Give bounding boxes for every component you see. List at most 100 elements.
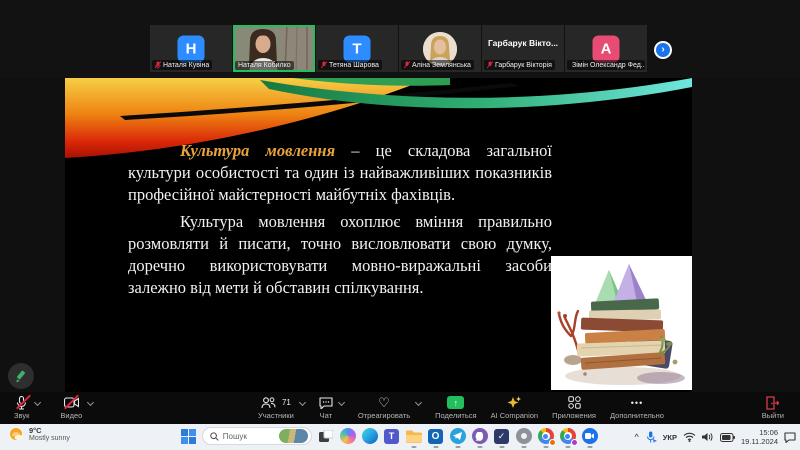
zoom-app-button[interactable]: [581, 428, 598, 448]
chrome-profile-badge: [548, 439, 556, 446]
annotate-button[interactable]: [8, 363, 34, 389]
weather-temperature: 9°C: [29, 426, 42, 435]
chrome-button-1[interactable]: [537, 428, 556, 448]
participant-tile[interactable]: Т Тетяна Шарова: [316, 25, 398, 72]
ai-companion-button[interactable]: AI Companion: [491, 395, 538, 420]
wifi-icon[interactable]: [683, 432, 696, 442]
audio-options-caret[interactable]: [34, 398, 42, 407]
ellipsis-icon: •••: [630, 397, 644, 408]
search-input[interactable]: [222, 431, 275, 441]
participant-name-label: Гарбарук Вікторія: [484, 60, 555, 70]
participant-name-label: Тетяна Шарова: [318, 60, 382, 70]
tray-time: 15:06: [759, 428, 778, 437]
video-off-icon: [63, 395, 79, 410]
participant-tile[interactable]: Аліна Землянська: [399, 25, 481, 72]
hidden-icons-caret[interactable]: ^: [635, 432, 639, 442]
presentation-slide: Культура мовлення – це складова загально…: [65, 78, 692, 392]
volume-icon[interactable]: [702, 432, 714, 442]
zoom-app-icon: [581, 428, 598, 444]
participant-name-label: Наталя Кобилко: [235, 61, 294, 70]
react-options-caret[interactable]: [415, 398, 423, 407]
taskbar-search[interactable]: [202, 427, 312, 445]
viber-button[interactable]: [471, 428, 488, 448]
windows-taskbar: 9°C Mostly sunny Пошук T O ✓ ^ УКР 15:06…: [0, 424, 800, 450]
teams-button[interactable]: T: [383, 428, 400, 445]
participants-options-caret[interactable]: [298, 398, 306, 407]
mic-in-use-icon[interactable]: [645, 431, 657, 443]
more-button[interactable]: ••• Дополнительно: [610, 395, 664, 421]
file-explorer-button[interactable]: [405, 428, 422, 448]
apps-icon: [567, 395, 581, 410]
search-icon: [210, 431, 219, 441]
search-highlight-image[interactable]: [278, 429, 308, 443]
muted-mic-icon: [321, 61, 327, 69]
slide-paragraph-1: Культура мовлення – це складова загально…: [128, 141, 553, 204]
battery-icon[interactable]: [720, 432, 736, 442]
chat-icon: [319, 395, 333, 410]
heart-icon: ♡: [378, 394, 390, 410]
clock[interactable]: 15:06 19.11.2024: [741, 428, 778, 446]
zoom-meeting-window: Н Наталя Кувіна Наталя Кобилко Т Тетяна …: [0, 0, 800, 450]
notifications-icon[interactable]: [784, 431, 796, 443]
next-participants-button[interactable]: ›: [654, 41, 672, 59]
tray-date: 19.11.2024: [741, 437, 778, 446]
participants-icon: 71: [261, 395, 291, 410]
outlook-button[interactable]: O: [427, 428, 444, 448]
books-illustration: [551, 256, 692, 390]
audio-button[interactable]: Звук: [14, 395, 29, 420]
copilot-icon: [339, 428, 356, 444]
apps-button[interactable]: Приложения: [552, 395, 596, 420]
viber-icon: [471, 428, 488, 444]
sparkle-icon: [507, 395, 522, 410]
avatar: Н: [177, 35, 205, 62]
leave-icon: [766, 395, 780, 410]
participant-tile[interactable]: А Зімін Олександр Фед...: [565, 25, 647, 72]
chrome-profile-badge: [570, 439, 578, 446]
share-screen-icon: ↑: [447, 396, 465, 409]
start-button[interactable]: [180, 428, 197, 445]
telegram-button[interactable]: [449, 428, 466, 448]
video-options-caret[interactable]: [87, 398, 95, 407]
participant-filmstrip: Н Наталя Кувіна Наталя Кобилко Т Тетяна …: [0, 0, 800, 78]
chrome-icon: [537, 428, 556, 446]
leave-meeting-button[interactable]: Выйти: [762, 395, 784, 420]
language-indicator[interactable]: УКР: [663, 433, 677, 442]
settings-button[interactable]: [515, 428, 532, 448]
copilot-button[interactable]: [339, 428, 356, 445]
app-check-button[interactable]: ✓: [493, 428, 510, 448]
windows-logo-icon: [181, 428, 196, 444]
participant-tile[interactable]: Гарбарук Вікто... Гарбарук Вікторія: [482, 25, 564, 72]
participant-count: 71: [281, 398, 291, 407]
video-button[interactable]: Видео: [60, 395, 82, 420]
participant-name-label: Зімін Олександр Фед...: [567, 60, 645, 70]
chrome-button-2[interactable]: [559, 428, 578, 448]
outlook-icon: O: [428, 428, 443, 444]
folder-icon: [405, 430, 422, 443]
participants-button[interactable]: 71 Участники: [258, 395, 294, 420]
teams-icon: T: [384, 428, 399, 444]
gear-icon: [515, 428, 532, 444]
weather-description: Mostly sunny: [29, 435, 70, 442]
chat-button[interactable]: Чат: [319, 395, 333, 420]
avatar: Т: [343, 35, 371, 62]
slide-paragraph-2: Культура мовлення охоплює вміння правиль…: [128, 211, 552, 297]
task-view-button[interactable]: [317, 428, 334, 445]
share-screen-button[interactable]: ↑ Поделиться: [435, 395, 477, 420]
participant-tile-active-speaker[interactable]: Наталя Кобилко: [233, 25, 315, 72]
react-button[interactable]: ♡ Отреагировать: [358, 394, 410, 421]
telegram-icon: [449, 428, 466, 444]
weather-widget[interactable]: 9°C Mostly sunny: [8, 426, 70, 442]
participant-tile[interactable]: Н Наталя Кувіна: [150, 25, 232, 72]
avatar: А: [592, 35, 620, 62]
edge-icon: [361, 428, 378, 444]
chrome-icon: [559, 428, 578, 446]
participant-display-name: Гарбарук Вікто...: [487, 38, 559, 48]
slide-term-highlight: Культура мовлення: [180, 141, 336, 160]
edge-button[interactable]: [361, 428, 378, 445]
check-app-icon: ✓: [494, 428, 509, 444]
muted-mic-icon: [155, 61, 161, 69]
chat-options-caret[interactable]: [337, 398, 345, 407]
weather-icon: [10, 428, 24, 441]
chevron-right-icon: ›: [656, 43, 670, 57]
muted-mic-icon: [16, 395, 27, 410]
